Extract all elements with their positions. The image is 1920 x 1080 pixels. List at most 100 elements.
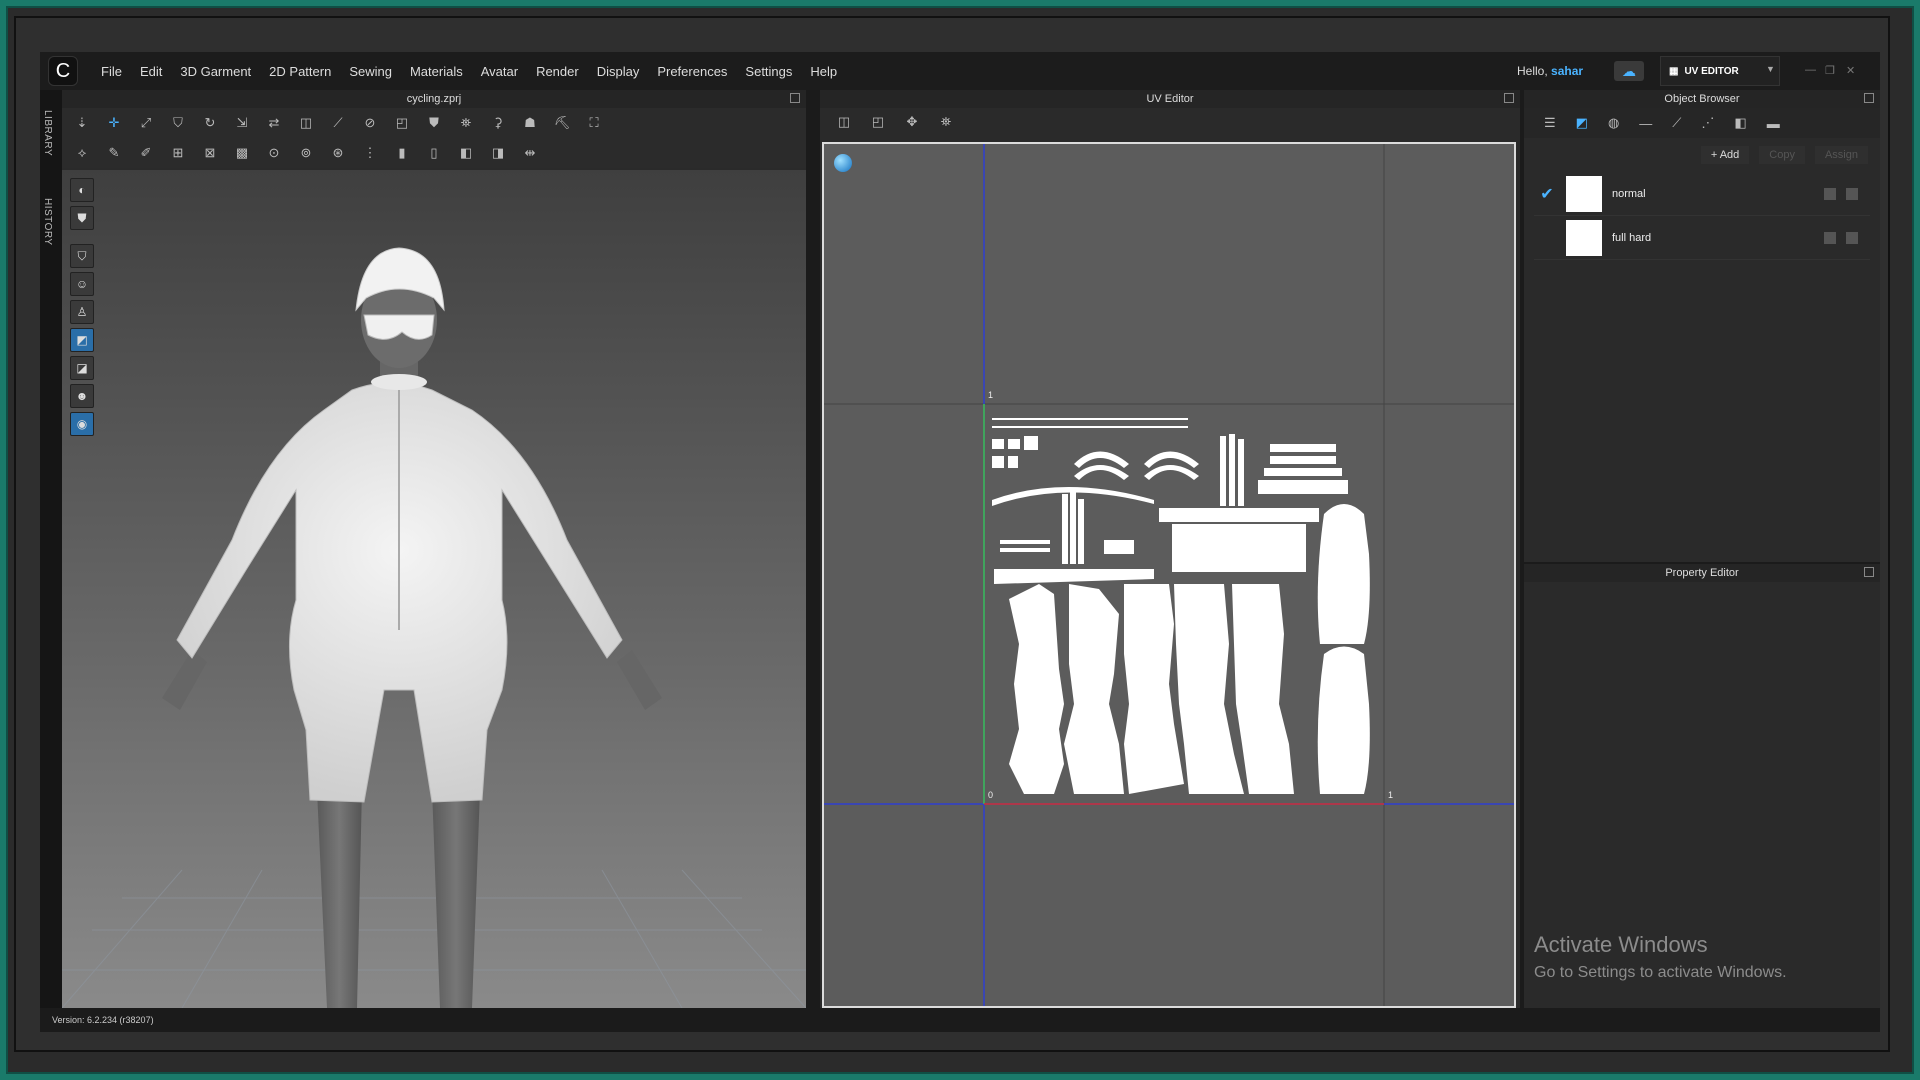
list-view-icon[interactable]: ☰: [1544, 115, 1556, 131]
seam-icon[interactable]: ⊠: [198, 142, 222, 164]
mode-selector[interactable]: ▦ UV EDITOR: [1660, 56, 1780, 86]
flip-icon[interactable]: ⇄: [262, 112, 286, 134]
material-delete-icon[interactable]: [1846, 188, 1858, 200]
menubar: C File Edit 3D Garment 2D Pattern Sewing Mate…: [40, 52, 1880, 90]
uv-camera-icon[interactable]: ◫: [832, 111, 856, 133]
puckering-icon[interactable]: ◨: [486, 142, 510, 164]
assign-button[interactable]: Assign: [1814, 146, 1868, 164]
button-icon[interactable]: ⊙: [262, 142, 286, 164]
move-tool-icon[interactable]: ✛: [102, 112, 126, 134]
panel-title-property-editor: Property Editor: [1524, 564, 1880, 582]
menu-3d-garment[interactable]: 3D Garment: [171, 64, 260, 79]
mode-label: UV EDITOR: [1684, 65, 1739, 77]
trim-icon[interactable]: ▮: [390, 142, 414, 164]
buttonhole-icon[interactable]: ⊚: [294, 142, 318, 164]
scale-icon[interactable]: ⇲: [230, 112, 254, 134]
add-button[interactable]: + Add: [1700, 146, 1750, 164]
texture-display-icon[interactable]: ⛉: [70, 244, 94, 268]
topstitch-icon[interactable]: ⊛: [326, 142, 350, 164]
shirt-icon[interactable]: ⛊: [422, 112, 446, 134]
material-item[interactable]: full hard: [1534, 216, 1870, 260]
material-swatch[interactable]: [1566, 175, 1602, 212]
mesh-icon[interactable]: ◪: [70, 356, 94, 380]
uv-display-icon[interactable]: ◩: [70, 328, 94, 352]
popout-icon[interactable]: [790, 93, 800, 103]
measure-tab-icon[interactable]: ▬: [1767, 116, 1780, 131]
arrange-icon[interactable]: ⛯: [454, 112, 478, 134]
graphic-icon[interactable]: ▯: [422, 142, 446, 164]
tab-history[interactable]: HISTORY: [42, 198, 53, 246]
copy-button[interactable]: Copy: [1759, 146, 1805, 164]
avatar-skin-icon[interactable]: ☻: [70, 384, 94, 408]
cloud-sync-icon[interactable]: ☁: [1614, 61, 1644, 81]
topstitch-tab-icon[interactable]: ⟋: [1672, 115, 1681, 131]
pin-icon[interactable]: ⟋: [326, 112, 350, 134]
shirt-display-icon[interactable]: ⛊: [70, 206, 94, 230]
material-item[interactable]: ✔ normal: [1534, 172, 1870, 216]
select-mode-icon[interactable]: ⇣: [70, 112, 94, 134]
app-logo-icon[interactable]: C: [48, 56, 78, 86]
split-icon[interactable]: ⇹: [518, 142, 542, 164]
zipper-icon[interactable]: ⋮: [358, 142, 382, 164]
brush-icon[interactable]: ✎: [102, 142, 126, 164]
menu-help[interactable]: Help: [801, 64, 846, 79]
camera-icon[interactable]: ◫: [294, 112, 318, 134]
menu-display[interactable]: Display: [588, 64, 649, 79]
uv-canvas[interactable]: 1 0 1: [822, 142, 1516, 1008]
menu-edit[interactable]: Edit: [131, 64, 171, 79]
menu-2d-pattern[interactable]: 2D Pattern: [260, 64, 340, 79]
fold-icon[interactable]: ◰: [390, 112, 414, 134]
menu-sewing[interactable]: Sewing: [340, 64, 401, 79]
uv-render-sphere-icon[interactable]: [834, 154, 852, 172]
uv-move-icon[interactable]: ✥: [900, 111, 924, 133]
status-bar: Version: 6.2.234 (r38207): [40, 1008, 1880, 1032]
uv-arrange-icon[interactable]: ⛯: [934, 111, 958, 133]
popout-icon[interactable]: [1864, 93, 1874, 103]
tab-library[interactable]: LIBRARY: [42, 110, 53, 156]
tack-icon[interactable]: ⊘: [358, 112, 382, 134]
user-greeting: Hello, sahar: [1517, 64, 1584, 78]
environment-icon[interactable]: ◉: [70, 412, 94, 436]
pattern-arrange-icon[interactable]: ⛏: [550, 112, 574, 134]
viewport-3d[interactable]: ◐ ⛊ ⛉ ☺ ♙ ◩ ◪ ☻ ◉: [62, 170, 806, 1008]
toolbar-3d-row1: ⇣ ✛ ⤢ ⛉ ↻ ⇲ ⇄ ◫ ⟋ ⊘ ◰ ⛊ ⛯ ⚳ ☗ ⛏ ⛶: [62, 108, 806, 138]
popout-icon[interactable]: [1504, 93, 1514, 103]
avatar-display-icon[interactable]: ☺: [70, 272, 94, 296]
fabric-tab-icon[interactable]: ◩: [1576, 115, 1588, 131]
puckering-tab-icon[interactable]: ⋰: [1701, 115, 1714, 131]
menu-file[interactable]: File: [92, 64, 131, 79]
skeleton-icon[interactable]: ♙: [70, 300, 94, 324]
menu-preferences[interactable]: Preferences: [648, 64, 736, 79]
garment-display-icon[interactable]: ◐: [70, 178, 94, 202]
material-swatch[interactable]: [1566, 219, 1602, 256]
popout-icon[interactable]: [1864, 567, 1874, 577]
material-copy-icon[interactable]: [1824, 232, 1836, 244]
material-copy-icon[interactable]: [1824, 188, 1836, 200]
maximize-icon[interactable]: ❐: [1825, 64, 1835, 77]
checker-icon[interactable]: ▩: [230, 142, 254, 164]
transform-tool-icon[interactable]: ⤢: [134, 112, 158, 134]
button-tab-icon[interactable]: ◍: [1608, 115, 1619, 131]
username[interactable]: sahar: [1551, 64, 1583, 78]
minimize-icon[interactable]: —: [1805, 64, 1816, 76]
top-icon[interactable]: ⚳: [486, 112, 510, 134]
garment-select-icon[interactable]: ⛉: [166, 112, 190, 134]
measure-icon[interactable]: ⊞: [166, 142, 190, 164]
fold-arrange-icon[interactable]: ✐: [134, 142, 158, 164]
buttonhole-tab-icon[interactable]: —: [1639, 116, 1652, 131]
garment-fit-icon[interactable]: ⛶: [582, 112, 606, 134]
menu-render[interactable]: Render: [527, 64, 588, 79]
close-icon[interactable]: ✕: [1846, 64, 1855, 77]
windows-activation-watermark: Activate Windows Go to Settings to activ…: [1534, 932, 1787, 982]
chevron-down-icon[interactable]: ▼: [1766, 64, 1775, 74]
menu-avatar[interactable]: Avatar: [472, 64, 527, 79]
uv-snapshot-icon[interactable]: ◰: [866, 111, 890, 133]
rotate-icon[interactable]: ↻: [198, 112, 222, 134]
texture-icon[interactable]: ◧: [454, 142, 478, 164]
material-delete-icon[interactable]: [1846, 232, 1858, 244]
avatar-pose-icon[interactable]: ☗: [518, 112, 542, 134]
menu-settings[interactable]: Settings: [736, 64, 801, 79]
menu-materials[interactable]: Materials: [401, 64, 472, 79]
graphic-tab-icon[interactable]: ◧: [1734, 115, 1746, 131]
edit-pattern-icon[interactable]: ⟡: [70, 142, 94, 164]
